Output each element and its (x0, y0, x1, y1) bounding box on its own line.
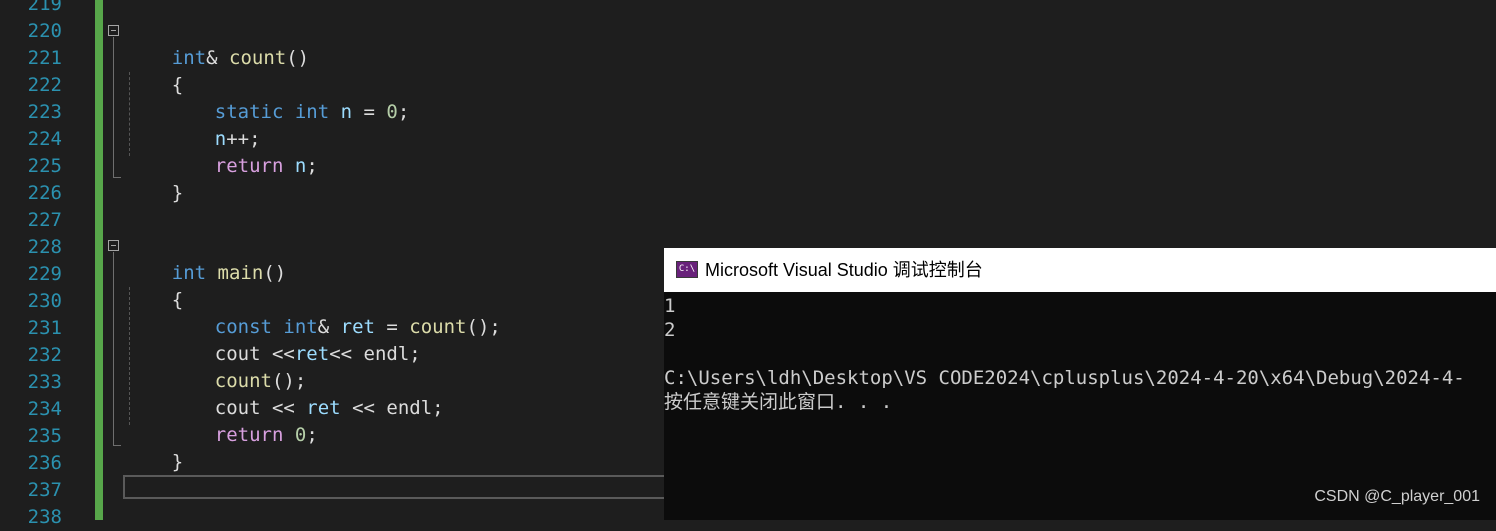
function-name: count (229, 47, 287, 69)
punctuation: () (286, 47, 310, 69)
keyword: return (214, 424, 284, 446)
operator: << (340, 397, 387, 419)
code-line-234[interactable]: return 0; (169, 395, 318, 446)
horizontal-scrollbar[interactable] (123, 475, 683, 499)
number: 0 (294, 424, 307, 446)
code-line-232[interactable]: count(); (169, 341, 307, 392)
line-number: 236 (27, 452, 62, 474)
keyword: return (214, 155, 284, 177)
fold-guide-end (113, 177, 121, 178)
fold-guide-end (113, 445, 121, 446)
watermark: CSDN @C_player_001 (1314, 488, 1480, 505)
change-tracking-bar (95, 0, 103, 520)
console-output-line: 按任意键关闭此窗口. . . (664, 391, 893, 413)
fold-guide (113, 37, 114, 177)
punctuation: ; (306, 424, 318, 446)
collapse-icon[interactable] (108, 240, 119, 251)
brace: } (171, 451, 184, 473)
line-number: 228 (27, 236, 62, 258)
code-line-228[interactable]: int main() (126, 233, 286, 284)
console-output-line: 2 (664, 319, 676, 341)
fold-guide (113, 252, 114, 445)
line-number: 238 (27, 506, 62, 528)
identifier: endl (363, 343, 410, 365)
debug-console-window[interactable]: C:\ Microsoft Visual Studio 调试控制台 1 2 C:\U… (664, 248, 1496, 520)
code-line-223[interactable]: n++; (169, 99, 261, 150)
code-line-220[interactable]: int& count() (126, 18, 309, 69)
line-number: 227 (27, 209, 62, 231)
code-line-225[interactable]: } (126, 153, 183, 204)
line-number: 237 (27, 479, 62, 501)
line-number: 232 (27, 344, 62, 366)
code-line-222[interactable]: static int n = 0; (169, 72, 410, 123)
number: 0 (386, 101, 398, 123)
line-number-gutter: 219 220 221 222 223 224 225 226 227 228 229 230 231 2… (0, 0, 95, 528)
punctuation: ; (397, 101, 410, 123)
function-name: main (217, 262, 264, 284)
variable: n (340, 101, 353, 123)
punctuation: ; (432, 397, 444, 419)
line-number: 226 (27, 182, 62, 204)
line-number: 219 (27, 0, 62, 15)
punctuation: ; (306, 155, 318, 177)
punctuation: (); (466, 316, 501, 338)
line-number: 233 (27, 371, 62, 393)
console-output-line: 1 (664, 295, 676, 317)
line-number: 224 (27, 128, 62, 150)
line-number: 234 (27, 398, 62, 420)
console-title: Microsoft Visual Studio 调试控制台 (705, 260, 983, 280)
punctuation: & (206, 47, 218, 69)
console-titlebar[interactable]: C:\ Microsoft Visual Studio 调试控制台 (664, 248, 1496, 292)
line-number: 231 (27, 317, 62, 339)
code-line-231[interactable]: cout <<ret<< endl; (169, 314, 421, 365)
console-app-icon: C:\ (676, 261, 698, 278)
line-number: 229 (27, 263, 62, 285)
punctuation: ; (409, 343, 421, 365)
line-number: 223 (27, 101, 62, 123)
line-number: 235 (27, 425, 62, 447)
line-number: 225 (27, 155, 62, 177)
code-line-221[interactable]: { (126, 45, 183, 96)
collapse-icon[interactable] (108, 25, 119, 36)
line-number: 230 (27, 290, 62, 312)
code-line-224[interactable]: return n; (169, 126, 318, 177)
console-output-line: C:\Users\ldh\Desktop\VS CODE2024\cpluspl… (664, 367, 1465, 389)
brace: } (171, 182, 184, 204)
code-line-233[interactable]: cout << ret << endl; (169, 368, 444, 419)
line-number: 221 (27, 47, 62, 69)
identifier: endl (386, 397, 433, 419)
line-number: 220 (27, 20, 62, 42)
punctuation: () (263, 262, 287, 284)
variable: n (294, 155, 307, 177)
console-output[interactable]: 1 2 C:\Users\ldh\Desktop\VS CODE2024\cplus… (664, 294, 1496, 520)
line-number: 222 (27, 74, 62, 96)
operator: = (352, 101, 387, 123)
code-line-229[interactable]: { (126, 260, 183, 311)
code-line-235[interactable]: } (126, 422, 183, 473)
keyword: int (294, 101, 330, 123)
operator: << (329, 343, 364, 365)
code-line-230[interactable]: const int& ret = count(); (169, 287, 501, 338)
